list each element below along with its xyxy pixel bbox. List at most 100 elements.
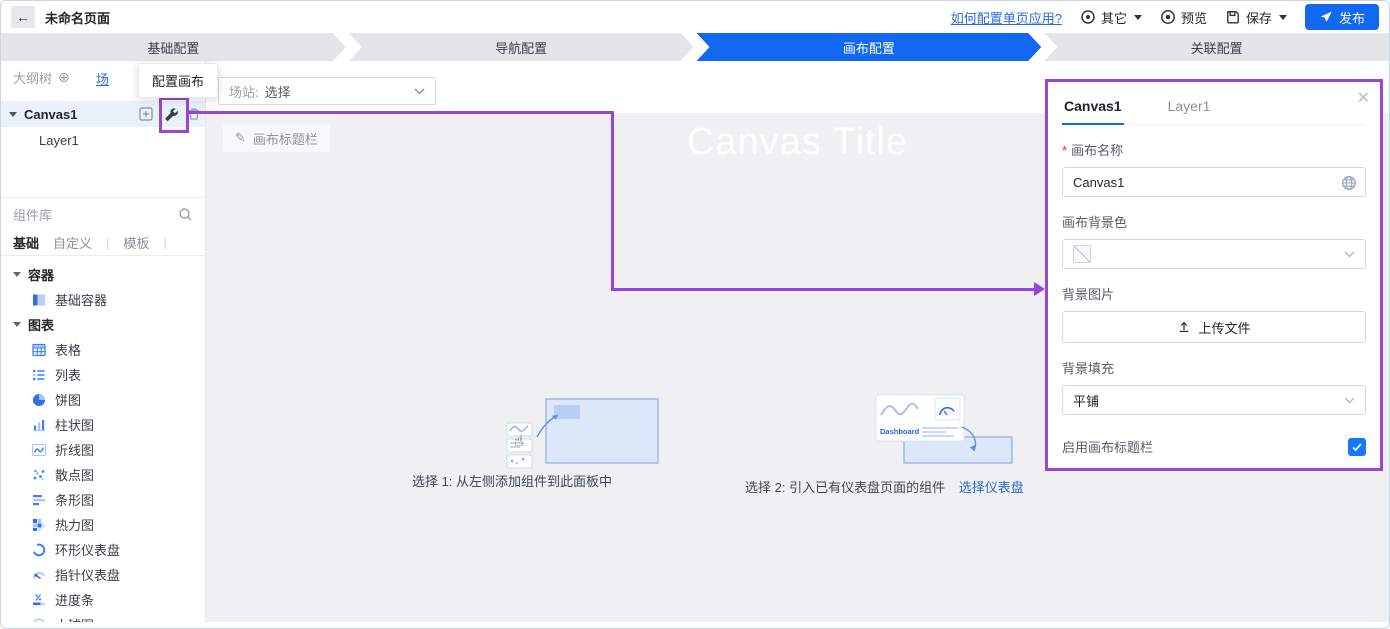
component-label: 基础容器 bbox=[55, 290, 107, 309]
back-button[interactable]: ← bbox=[11, 6, 35, 28]
component-column-chart[interactable]: 柱状图 bbox=[1, 412, 205, 437]
caret-down-icon[interactable] bbox=[9, 112, 17, 117]
upload-label: 上传文件 bbox=[1198, 318, 1250, 337]
step-nav-config[interactable]: 导航配置 bbox=[349, 33, 694, 61]
chevron-down-icon bbox=[1134, 15, 1142, 20]
left-sidebar: 大纲树 ⊕ 场 Canvas1 Layer1 组件库 基础 自定义 | bbox=[1, 61, 206, 622]
eye-icon bbox=[1160, 9, 1176, 25]
bg-color-select[interactable] bbox=[1062, 239, 1366, 269]
save-menu[interactable]: 保存 bbox=[1225, 8, 1287, 27]
preview-label: 预览 bbox=[1181, 8, 1207, 27]
send-icon bbox=[1319, 10, 1333, 24]
step-canvas-config[interactable]: 画布配置 bbox=[697, 33, 1042, 61]
add-square-icon[interactable] bbox=[139, 107, 153, 121]
option2-illustration: Dashboard bbox=[874, 391, 1024, 473]
station-label: 场站: bbox=[229, 82, 259, 101]
component-bar-chart[interactable]: 条形图 bbox=[1, 487, 205, 512]
upload-file-button[interactable]: 上传文件 bbox=[1062, 311, 1366, 343]
help-link[interactable]: 如何配置单页应用? bbox=[951, 8, 1062, 27]
tab-custom[interactable]: 自定义 bbox=[53, 233, 92, 252]
publish-button[interactable]: 发布 bbox=[1305, 4, 1379, 30]
wrench-highlight-box bbox=[159, 97, 189, 133]
component-label: 散点图 bbox=[55, 465, 94, 484]
trash-icon[interactable] bbox=[187, 107, 201, 121]
pointer-gauge-icon bbox=[31, 567, 47, 583]
option2-choose-dashboard-link[interactable]: 选择仪表盘 bbox=[959, 480, 1024, 495]
step-relation-config[interactable]: 关联配置 bbox=[1044, 33, 1389, 61]
tree-node-label: Layer1 bbox=[39, 133, 79, 148]
component-liquid-chart[interactable]: 水球图 bbox=[1, 612, 205, 622]
more-menu[interactable]: 其它 bbox=[1080, 8, 1142, 27]
option2-caption-row: 选择 2: 引入已有仪表盘页面的组件 选择仪表盘 bbox=[745, 477, 1024, 496]
station-select[interactable]: 场站: 选择 bbox=[218, 77, 436, 105]
outline-partial-link[interactable]: 场 bbox=[96, 69, 109, 88]
transparent-color-swatch bbox=[1073, 245, 1091, 263]
globe-icon[interactable] bbox=[1341, 175, 1357, 191]
canvas-titlebar-label: 画布标题栏 bbox=[253, 129, 318, 148]
tab-basic[interactable]: 基础 bbox=[13, 233, 39, 252]
list-icon bbox=[31, 367, 47, 383]
station-value: 选择 bbox=[265, 82, 291, 101]
component-label: 列表 bbox=[55, 365, 81, 384]
container-icon bbox=[31, 292, 47, 308]
component-scatter-chart[interactable]: 散点图 bbox=[1, 462, 205, 487]
close-icon[interactable]: ✕ bbox=[1357, 88, 1370, 108]
column-chart-icon bbox=[31, 417, 47, 433]
component-pie-chart[interactable]: 饼图 bbox=[1, 387, 205, 412]
group-container[interactable]: 容器 bbox=[1, 262, 205, 287]
component-basic-container[interactable]: 基础容器 bbox=[1, 287, 205, 312]
step-basic-config[interactable]: 基础配置 bbox=[1, 33, 346, 61]
component-ring-gauge[interactable]: 环形仪表盘 bbox=[1, 537, 205, 562]
panel-tabs: Canvas1 Layer1 bbox=[1062, 92, 1366, 125]
back-arrow-icon: ← bbox=[16, 9, 30, 25]
save-label: 保存 bbox=[1246, 8, 1272, 27]
add-canvas-icon[interactable]: ⊕ bbox=[58, 69, 70, 86]
check-icon bbox=[1351, 441, 1363, 453]
more-label: 其它 bbox=[1101, 8, 1127, 27]
tab-canvas1[interactable]: Canvas1 bbox=[1062, 92, 1124, 125]
component-label: 进度条 bbox=[55, 590, 94, 609]
chevron-down-icon bbox=[1279, 15, 1287, 20]
canvas-name-input[interactable]: Canvas1 bbox=[1062, 167, 1366, 197]
component-progress-bar[interactable]: 进度条 bbox=[1, 587, 205, 612]
step-bar: 基础配置 导航配置 画布配置 关联配置 bbox=[1, 33, 1389, 61]
component-label: 表格 bbox=[55, 340, 81, 359]
group-charts[interactable]: 图表 bbox=[1, 312, 205, 337]
group-label: 图表 bbox=[28, 315, 54, 334]
chevron-down-icon bbox=[414, 88, 425, 95]
connector-line bbox=[189, 111, 613, 114]
bg-fill-select[interactable]: 平铺 bbox=[1062, 385, 1366, 415]
canvas-config-panel: ✕ Canvas1 Layer1 *画布名称 Canvas1 画布背景色 背景图… bbox=[1045, 79, 1383, 471]
group-label: 容器 bbox=[28, 265, 54, 284]
search-icon[interactable] bbox=[178, 207, 193, 222]
canvas-titlebar-chip[interactable]: ✎ 画布标题栏 bbox=[223, 124, 330, 152]
step-label: 导航配置 bbox=[495, 38, 547, 57]
connector-arrowhead bbox=[1034, 282, 1045, 296]
preview-button[interactable]: 预览 bbox=[1160, 8, 1207, 27]
connector-line bbox=[611, 111, 614, 291]
component-heatmap[interactable]: 热力图 bbox=[1, 512, 205, 537]
component-label: 热力图 bbox=[55, 515, 94, 534]
liquid-chart-icon bbox=[31, 617, 47, 623]
step-label: 关联配置 bbox=[1191, 38, 1243, 57]
caret-down-icon bbox=[13, 272, 21, 277]
component-list[interactable]: 列表 bbox=[1, 362, 205, 387]
component-label: 水球图 bbox=[55, 615, 94, 622]
dashboard-label: Dashboard bbox=[880, 427, 920, 436]
titlebar-toggle-row: 启用画布标题栏 bbox=[1062, 437, 1366, 456]
component-line-chart[interactable]: 折线图 bbox=[1, 437, 205, 462]
progress-bar-icon bbox=[31, 592, 47, 608]
titlebar-checkbox-checked[interactable] bbox=[1348, 438, 1366, 456]
canvas-name-value: Canvas1 bbox=[1073, 175, 1124, 190]
component-table[interactable]: 表格 bbox=[1, 337, 205, 362]
tab-layer1[interactable]: Layer1 bbox=[1166, 92, 1213, 124]
option1-illustration bbox=[504, 393, 664, 473]
table-icon bbox=[31, 342, 47, 358]
publish-label: 发布 bbox=[1339, 8, 1365, 27]
chevron-down-icon bbox=[1344, 397, 1355, 404]
bg-fill-label: 背景填充 bbox=[1062, 358, 1366, 377]
component-pointer-gauge[interactable]: 指针仪表盘 bbox=[1, 562, 205, 587]
tab-template[interactable]: 模板 bbox=[123, 233, 149, 252]
step-label: 画布配置 bbox=[843, 38, 895, 57]
chevron-down-icon bbox=[1344, 251, 1355, 258]
